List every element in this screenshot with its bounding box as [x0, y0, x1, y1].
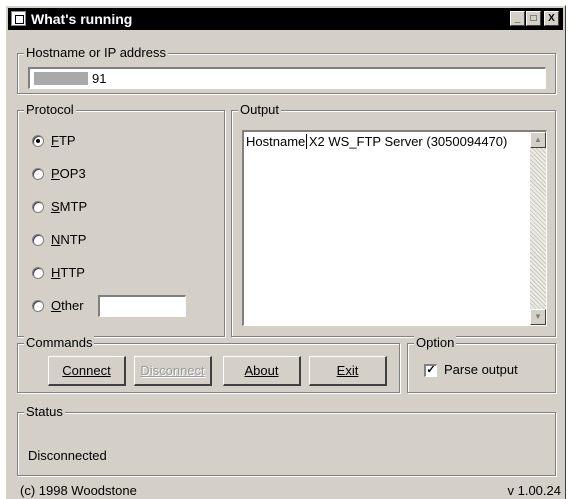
radio-button[interactable]: [32, 300, 44, 312]
radio-button[interactable]: [32, 267, 44, 279]
radio-button[interactable]: [32, 135, 44, 147]
redacted-blur: [34, 72, 88, 85]
connect-button[interactable]: Connect: [48, 356, 126, 386]
hostname-label: Hostname or IP address: [24, 45, 168, 60]
commands-label: Commands: [24, 335, 95, 350]
hostname-group: Hostname or IP address 91: [17, 45, 556, 94]
status-group: Status Disconnected: [17, 404, 556, 476]
radio-button[interactable]: [32, 234, 44, 246]
status-label: Status: [24, 404, 65, 419]
option-label: Option: [414, 335, 457, 350]
close-button[interactable]: X: [544, 11, 559, 26]
output-text: Hostname X2 WS_FTP Server (3050094470): [246, 134, 508, 149]
protocol-group: Protocol FTP POP3 SMTP NNTP HTTP Other: [17, 102, 225, 337]
parse-output-checkbox[interactable]: ✓: [424, 364, 437, 377]
title-bar[interactable]: What's running _ □ X: [8, 8, 563, 30]
app-window: What's running _ □ X Hostname or IP addr…: [5, 5, 566, 499]
maximize-button[interactable]: □: [526, 11, 541, 26]
output-label: Output: [238, 102, 282, 117]
commands-group: Commands Connect Disconnect About Exit: [17, 335, 400, 393]
about-button[interactable]: About: [223, 356, 301, 386]
copyright-text: (c) 1998 Woodstone: [20, 483, 137, 498]
radio-label-pop3: POP3: [51, 166, 86, 181]
radio-label-http: HTTP: [51, 265, 85, 280]
radio-button[interactable]: [32, 168, 44, 180]
app-icon: [11, 11, 26, 26]
output-group: Output Hostname X2 WS_FTP Server (305009…: [231, 102, 556, 337]
radio-button[interactable]: [32, 201, 44, 213]
radio-label-ftp: FTP: [51, 133, 76, 148]
parse-output-label[interactable]: Parse output: [444, 362, 518, 377]
other-protocol-input[interactable]: [98, 295, 186, 317]
scroll-up-icon[interactable]: ▲: [530, 132, 546, 148]
radio-label-smtp: SMTP: [51, 199, 88, 214]
disconnect-button[interactable]: Disconnect: [134, 356, 212, 386]
window-title: What's running: [31, 11, 133, 27]
hostname-value: 91: [92, 71, 107, 86]
radio-label-other: Other: [51, 298, 84, 313]
output-textarea[interactable]: Hostname X2 WS_FTP Server (3050094470) ▲…: [242, 130, 547, 326]
hostname-input[interactable]: 91: [28, 67, 546, 89]
minimize-button[interactable]: _: [510, 11, 525, 26]
status-text: Disconnected: [28, 448, 107, 463]
text-cursor: [306, 134, 307, 149]
scroll-down-icon[interactable]: ▼: [530, 309, 546, 325]
version-text: v 1.00.24: [507, 483, 562, 498]
radio-label-nntp: NNTP: [51, 232, 87, 247]
option-group: Option ✓ Parse output: [407, 335, 556, 393]
exit-button[interactable]: Exit: [309, 356, 387, 386]
output-scrollbar[interactable]: ▲ ▼: [530, 132, 546, 325]
protocol-label: Protocol: [24, 102, 76, 117]
